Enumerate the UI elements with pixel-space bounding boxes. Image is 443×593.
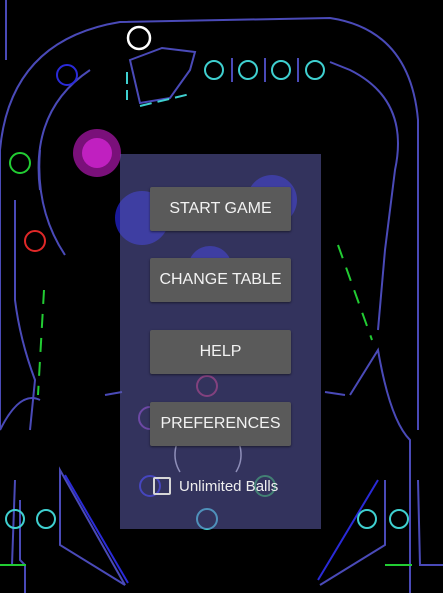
rollover-light-3 bbox=[271, 60, 291, 80]
rollover-light-1 bbox=[204, 60, 224, 80]
magenta-bumper bbox=[82, 138, 112, 168]
lane-light-right-2 bbox=[389, 509, 409, 529]
start-game-button[interactable]: START GAME bbox=[150, 187, 291, 231]
right-slingshot bbox=[317, 479, 379, 581]
lane-light-right-1 bbox=[357, 509, 377, 529]
preferences-button[interactable]: PREFERENCES bbox=[150, 402, 291, 446]
unlimited-balls-toggle[interactable]: Unlimited Balls bbox=[153, 474, 278, 498]
white-top-target bbox=[126, 25, 152, 51]
right-green-rail bbox=[337, 244, 373, 341]
lane-light-left-2 bbox=[36, 509, 56, 529]
rollover-dividers bbox=[231, 58, 299, 82]
unlimited-balls-checkbox[interactable] bbox=[153, 477, 171, 495]
unlimited-balls-label: Unlimited Balls bbox=[179, 477, 279, 495]
red-side-target bbox=[24, 230, 46, 252]
help-button[interactable]: HELP bbox=[150, 330, 291, 374]
blue-left-target bbox=[56, 64, 78, 86]
rollover-light-2 bbox=[238, 60, 258, 80]
green-side-target bbox=[9, 152, 31, 174]
lane-light-left-1 bbox=[5, 509, 25, 529]
rollover-light-4 bbox=[305, 60, 325, 80]
left-green-rail bbox=[37, 289, 45, 396]
main-menu-panel: START GAME CHANGE TABLE HELP PREFERENCES… bbox=[120, 154, 321, 529]
change-table-button[interactable]: CHANGE TABLE bbox=[150, 258, 291, 302]
